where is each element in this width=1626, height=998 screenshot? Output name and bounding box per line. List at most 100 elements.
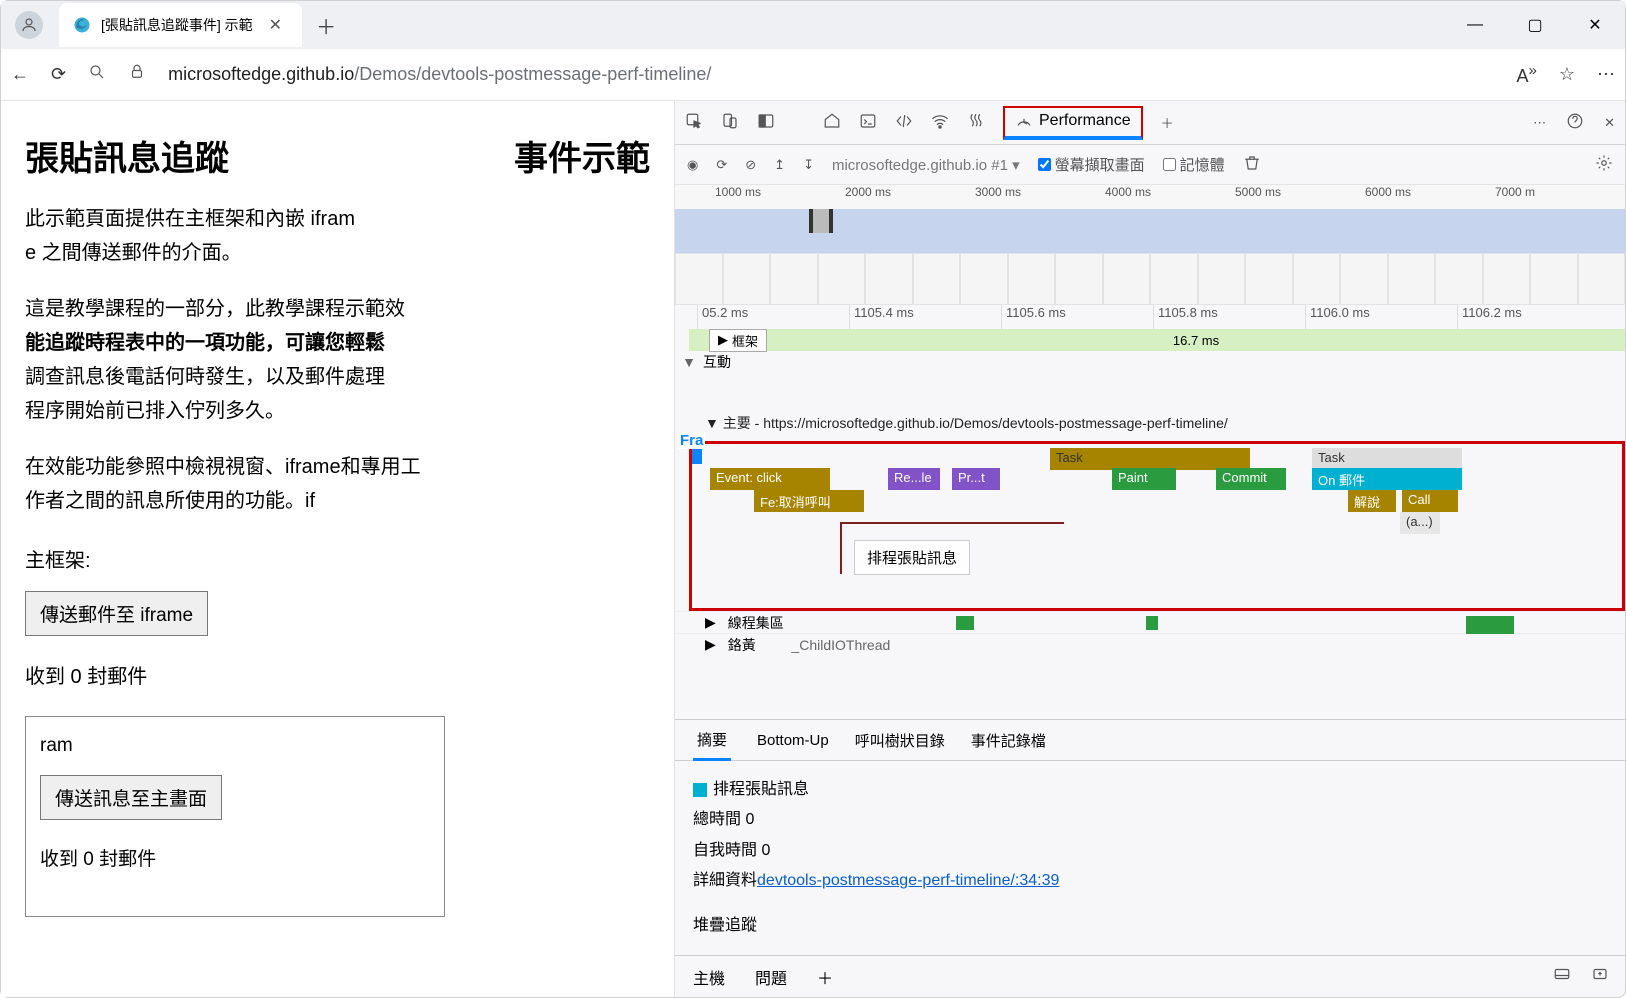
commit-bar[interactable]: Commit	[1216, 468, 1286, 490]
performance-tab-label: Performance	[1039, 112, 1131, 130]
gc-button[interactable]	[1243, 154, 1261, 175]
screenshot-checkbox[interactable]: 螢幕擷取畫面	[1038, 154, 1145, 175]
overview-pane[interactable]: 1000 ms2000 ms3000 ms4000 ms5000 ms6000 …	[675, 185, 1625, 305]
record-button[interactable]: ◉	[687, 157, 698, 173]
minimize-button[interactable]: —	[1445, 1, 1505, 49]
clear-button[interactable]: ⊘	[745, 157, 756, 173]
browser-tab[interactable]: [張貼訊息追蹤事件] 示範 ✕	[59, 3, 302, 47]
more-menu-icon[interactable]: ⋯	[1597, 64, 1615, 85]
devtools-panel: Performance ＋ ⋯ ✕ ◉ ⟳ ⊘ ↥ ↧ microsoftedg…	[675, 101, 1625, 997]
prepaint-bar[interactable]: Pr...t	[952, 468, 1000, 490]
download-button[interactable]: ↧	[803, 157, 814, 173]
embedded-iframe: ram 傳送訊息至主畫面 收到 0 封郵件	[25, 716, 445, 917]
summary-tabs: 摘要 Bottom-Up 呼叫樹狀目錄 事件記錄檔	[675, 719, 1625, 761]
performance-tab[interactable]: Performance	[1003, 106, 1143, 140]
reload-record-button[interactable]: ⟳	[716, 157, 727, 173]
close-window-button[interactable]: ✕	[1565, 1, 1625, 49]
thread-pool-track[interactable]: ▶ 線程集區	[675, 611, 1625, 633]
tab-event-log[interactable]: 事件記錄檔	[971, 730, 1046, 751]
close-tab-icon[interactable]: ✕	[263, 13, 288, 37]
total-time: 總時間 0	[693, 805, 1607, 835]
more-tools-icon[interactable]: ⋯	[1533, 115, 1546, 131]
tab-bottom-up[interactable]: Bottom-Up	[757, 732, 829, 749]
initiator-link	[840, 522, 1064, 524]
favorite-icon[interactable]: ☆	[1559, 64, 1575, 85]
memory-icon[interactable]	[967, 112, 985, 133]
chrome-track[interactable]: ▶ 鉻黃 _ChildIOThread	[675, 633, 1625, 655]
received-main-text: 收到 0 封郵件	[25, 660, 650, 694]
devtools-tabbar: Performance ＋ ⋯ ✕	[675, 101, 1625, 145]
settings-gear-icon[interactable]	[1595, 154, 1613, 175]
tab-call-tree[interactable]: 呼叫樹狀目錄	[855, 730, 945, 751]
main-thread-label[interactable]: ▼ 主要 - https://microsoftedge.github.io/D…	[675, 407, 1625, 439]
page-para-1: 此示範頁面提供在主框架和內嵌 iframe 之間傳送郵件的介面。	[25, 202, 650, 270]
task-bar-2[interactable]: Task	[1312, 448, 1462, 470]
back-button[interactable]: ←	[11, 64, 29, 85]
titlebar: [張貼訊息追蹤事件] 示範 ✕ ＋ — ▢ ✕	[1, 1, 1625, 49]
device-icon[interactable]	[721, 112, 739, 133]
welcome-icon[interactable]	[823, 112, 841, 133]
close-devtools-icon[interactable]: ✕	[1604, 115, 1615, 131]
drawer-tab-issues[interactable]: 問題	[755, 965, 787, 989]
tab-summary[interactable]: 摘要	[693, 719, 731, 761]
timeline-ruler: 05.2 ms1105.4 ms1105.6 ms1105.8 ms1106.0…	[675, 305, 1625, 329]
screenshot-thumbs	[675, 253, 1625, 305]
interactions-track[interactable]: ▼互動	[675, 351, 1625, 373]
overview-ruler: 1000 ms2000 ms3000 ms4000 ms5000 ms6000 …	[675, 185, 1625, 209]
maximize-button[interactable]: ▢	[1505, 1, 1565, 49]
edge-icon	[73, 16, 91, 34]
dock-icon[interactable]	[757, 112, 775, 133]
drawer-tab-console[interactable]: 主機	[693, 965, 725, 989]
call-bar[interactable]: Call	[1402, 490, 1458, 512]
drawer-expand-icon[interactable]	[1591, 965, 1609, 988]
flame-chart[interactable]: 05.2 ms1105.4 ms1105.6 ms1105.8 ms1106.0…	[675, 305, 1625, 719]
drawer-tabs: 主機 問題 ＋	[675, 955, 1625, 997]
color-swatch-icon	[693, 783, 707, 797]
highlighted-flame-region: Fra Task Task Event: click Re...le Pr...…	[689, 441, 1625, 611]
console-icon[interactable]	[859, 112, 877, 133]
note-bar[interactable]: 解說	[1348, 490, 1396, 512]
performance-icon	[1015, 112, 1033, 130]
recalc-bar[interactable]: Re...le	[888, 468, 940, 490]
profile-avatar[interactable]	[15, 11, 43, 39]
recording-selector[interactable]: microsoftedge.github.io #1 ▾	[832, 156, 1020, 174]
network-icon[interactable]	[931, 112, 949, 133]
sources-icon[interactable]	[895, 112, 913, 133]
frame-tag: Fra	[678, 432, 705, 449]
summary-panel: 排程張貼訊息 總時間 0 自我時間 0 詳細資料devtools-postmes…	[675, 761, 1625, 955]
overview-selection-handle[interactable]	[809, 209, 833, 233]
drawer-add-icon[interactable]: ＋	[817, 965, 833, 989]
new-tab-button[interactable]: ＋	[302, 11, 350, 40]
anon-bar[interactable]: (a...)	[1400, 512, 1440, 534]
received-iframe-text: 收到 0 封郵件	[40, 844, 430, 876]
refresh-button[interactable]: ⟳	[51, 64, 66, 85]
drawer-dock-icon[interactable]	[1553, 965, 1571, 988]
event-click-bar[interactable]: Event: click	[710, 468, 830, 490]
address-bar[interactable]: microsoftedge.github.io/Demos/devtools-p…	[168, 64, 1482, 85]
send-to-main-button[interactable]: 傳送訊息至主畫面	[40, 775, 222, 820]
paint-bar[interactable]: Paint	[1112, 468, 1176, 490]
browser-window: [張貼訊息追蹤事件] 示範 ✕ ＋ — ▢ ✕ ← ⟳ microsoftedg…	[0, 0, 1626, 998]
on-message-bar[interactable]: On 郵件	[1312, 468, 1462, 490]
browser-toolbar: ← ⟳ microsoftedge.github.io/Demos/devtoo…	[1, 49, 1625, 101]
send-to-iframe-button[interactable]: 傳送郵件至 iframe	[25, 591, 208, 636]
tab-title: [張貼訊息追蹤事件] 示範	[101, 15, 253, 35]
summary-title: 排程張貼訊息	[713, 781, 809, 798]
site-lock-icon[interactable]	[128, 63, 146, 86]
frames-track[interactable]: ▶框架 16.7 ms	[689, 329, 1625, 351]
function-call-bar[interactable]: Fe:取消呼叫	[754, 490, 864, 512]
task-bar[interactable]: Task	[1050, 448, 1250, 470]
memory-checkbox[interactable]: 記憶體	[1163, 154, 1225, 175]
search-button[interactable]	[88, 63, 106, 86]
add-panel-icon[interactable]: ＋	[1161, 113, 1174, 132]
help-icon[interactable]	[1566, 112, 1584, 133]
page-title: 張貼訊息追蹤事件示範	[25, 131, 650, 180]
window-controls: — ▢ ✕	[1445, 1, 1625, 49]
tooltip: 排程張貼訊息	[854, 540, 970, 575]
upload-button[interactable]: ↥	[774, 157, 785, 173]
read-aloud-icon[interactable]: A»	[1517, 62, 1537, 87]
page-para-2: 這是教學課程的一部分，此教學課程示範效能追蹤時程表中的一項功能，可讓您輕鬆調查訊…	[25, 292, 650, 428]
source-link[interactable]: devtools-postmessage-perf-timeline/:34:3…	[757, 872, 1059, 889]
inspect-icon[interactable]	[685, 112, 703, 133]
content-area: 張貼訊息追蹤事件示範 此示範頁面提供在主框架和內嵌 iframe 之間傳送郵件的…	[1, 101, 1625, 997]
